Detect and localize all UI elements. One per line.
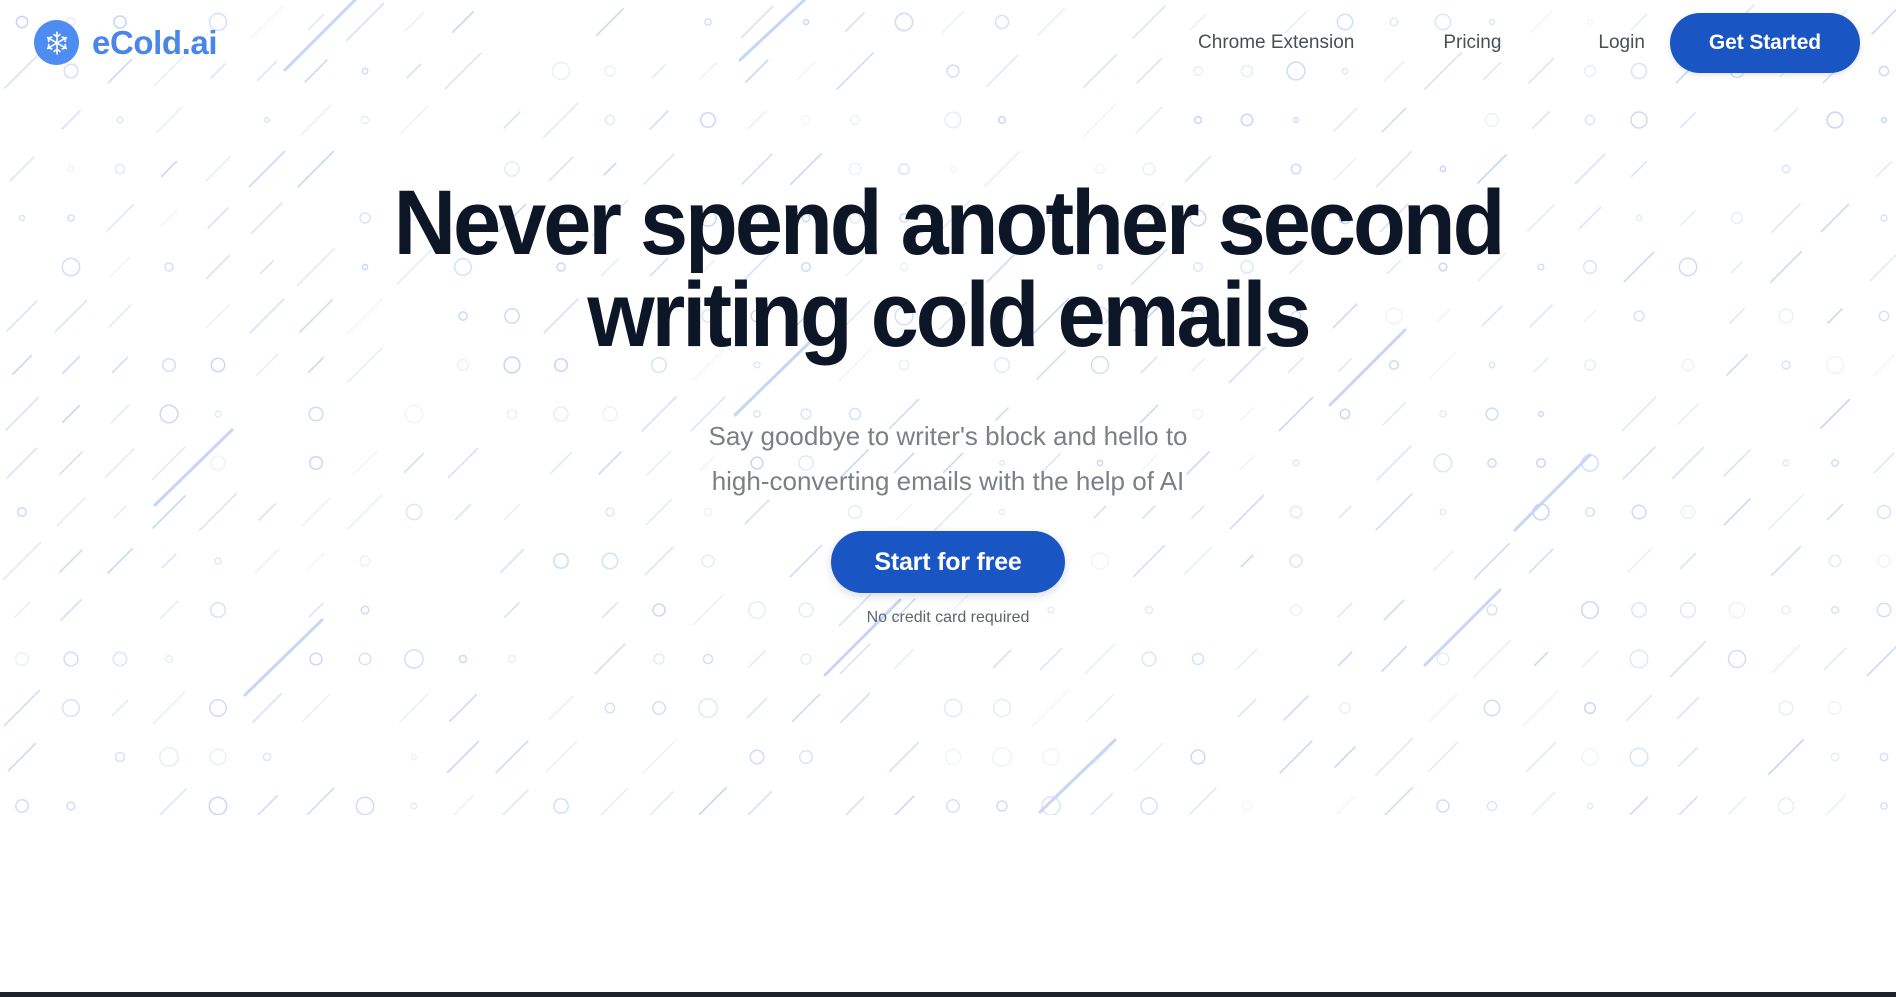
- hero-subtitle: Say goodbye to writer's block and hello …: [628, 414, 1268, 504]
- nav-item-chrome-extension[interactable]: Chrome Extension: [1198, 33, 1354, 52]
- hero-title-line-1: Never spend another second: [393, 172, 1506, 274]
- bottom-rule: [0, 992, 1896, 997]
- get-started-button[interactable]: Get Started: [1669, 12, 1860, 73]
- no-credit-card-note: No credit card required: [866, 609, 1030, 626]
- nav-item-login[interactable]: Login: [1598, 33, 1645, 52]
- main-nav: Chrome Extension Pricing Login Get Start…: [1198, 12, 1860, 73]
- hero-title-line-2: writing cold emails: [587, 264, 1311, 366]
- page-title: Never spend another second writing cold …: [393, 177, 1506, 361]
- nav-item-pricing[interactable]: Pricing: [1443, 33, 1501, 52]
- snowflake-icon: [34, 20, 79, 65]
- hero-actions: Start for free No credit card required: [0, 531, 1896, 627]
- start-for-free-button[interactable]: Start for free: [831, 531, 1065, 593]
- brand-logo[interactable]: eCold.ai: [34, 20, 218, 65]
- hero-section: Never spend another second writing cold …: [0, 85, 1896, 627]
- hero-subtitle-line-1: Say goodbye to writer's block and hello …: [708, 421, 1188, 451]
- site-header: eCold.ai Chrome Extension Pricing Login …: [0, 0, 1896, 85]
- page-root: eCold.ai Chrome Extension Pricing Login …: [0, 0, 1896, 997]
- brand-name: eCold.ai: [92, 24, 218, 61]
- hero-subtitle-line-2: high-converting emails with the help of …: [711, 466, 1185, 496]
